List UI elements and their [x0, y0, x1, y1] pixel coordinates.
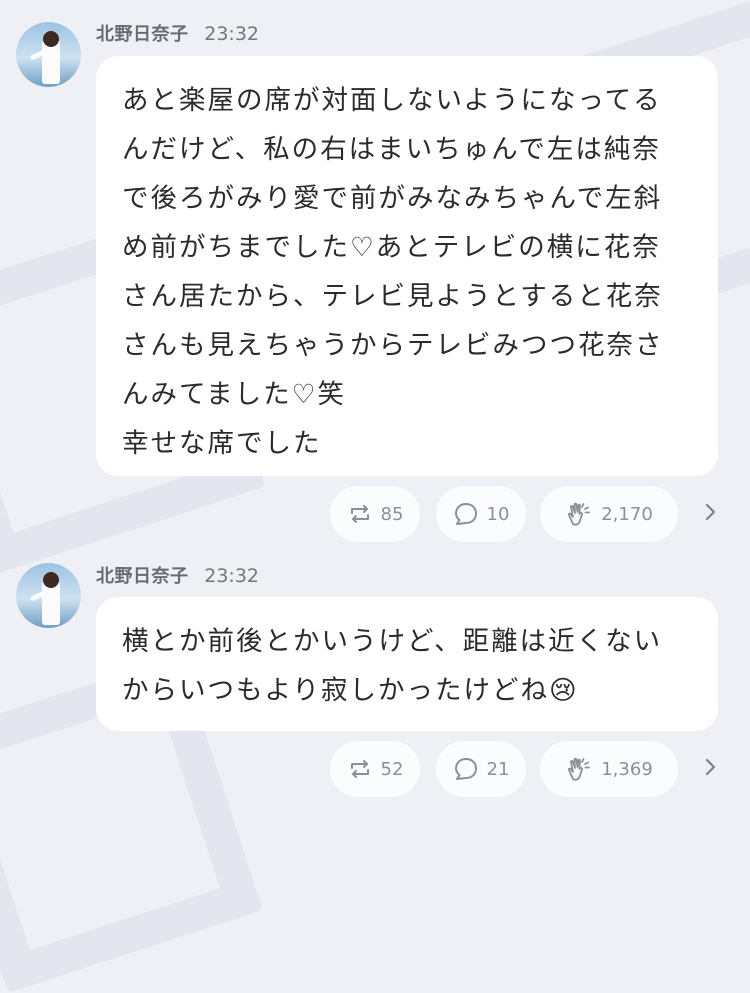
repost-icon — [347, 502, 373, 526]
message-line: 横とか前後とかいうけど、距離は近くない — [122, 626, 663, 657]
comment-count: 21 — [486, 758, 510, 780]
clap-hands-icon — [565, 755, 593, 783]
message-line: からいつもより寂しかったけどね😢 — [122, 675, 579, 706]
message-line: で後ろがみり愛で前がみなみちゃんで左斜 — [122, 183, 663, 214]
repost-button[interactable]: 85 — [330, 486, 420, 542]
repost-count: 85 — [380, 503, 404, 525]
chevron-right-icon[interactable] — [700, 502, 720, 522]
clap-button[interactable]: 1,369 — [540, 741, 678, 797]
chevron-right-icon[interactable] — [700, 757, 720, 777]
post-time: 23:32 — [204, 23, 259, 45]
message-line: あと楽屋の席が対面しないようになってる — [122, 85, 662, 116]
avatar[interactable] — [16, 22, 81, 87]
message-bubble[interactable]: 横とか前後とかいうけど、距離は近くない からいつもより寂しかったけどね😢 — [96, 597, 718, 731]
clap-button[interactable]: 2,170 — [540, 486, 678, 542]
message-line: んみてました♡笑 — [122, 379, 346, 410]
message-line: め前がちまでした♡あとテレビの横に花奈 — [122, 232, 661, 263]
author-name[interactable]: 北野日奈子 — [96, 566, 189, 587]
avatar[interactable] — [16, 563, 81, 628]
repost-icon — [347, 757, 373, 781]
repost-button[interactable]: 52 — [330, 741, 420, 797]
message-line: さん居たから、テレビ見ようとすると花奈 — [122, 281, 663, 312]
clap-count: 2,170 — [601, 503, 653, 525]
repost-count: 52 — [380, 758, 404, 780]
comment-count: 10 — [486, 503, 510, 525]
message-line: 幸せな席でした — [122, 428, 322, 459]
author-name[interactable]: 北野日奈子 — [96, 24, 189, 45]
comment-button[interactable]: 10 — [436, 486, 526, 542]
post-meta: 北野日奈子 23:32 — [96, 20, 259, 46]
message-bubble[interactable]: あと楽屋の席が対面しないようになってる んだけど、私の右はまいちゅんで左は純奈 … — [96, 56, 718, 476]
comment-bubble-icon — [453, 501, 479, 527]
message-line: さんも見えちゃうからテレビみつつ花奈さ — [122, 330, 664, 361]
clap-hands-icon — [565, 500, 593, 528]
comment-bubble-icon — [453, 756, 479, 782]
post-meta: 北野日奈子 23:32 — [96, 562, 259, 588]
post-time: 23:32 — [204, 565, 259, 587]
comment-button[interactable]: 21 — [436, 741, 526, 797]
clap-count: 1,369 — [601, 758, 653, 780]
message-line: んだけど、私の右はまいちゅんで左は純奈 — [122, 134, 661, 165]
